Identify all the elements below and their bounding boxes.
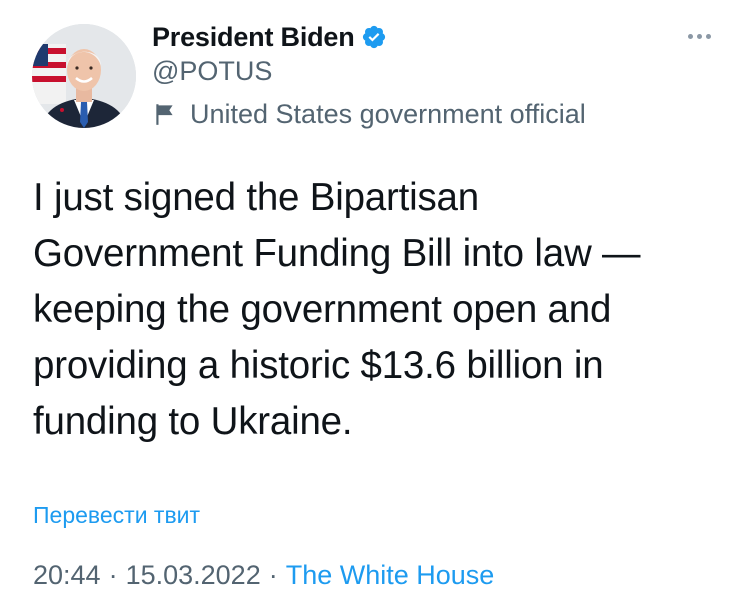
government-label[interactable]: United States government official — [152, 98, 586, 130]
author-display-name[interactable]: President Biden — [152, 22, 355, 53]
author-name-row[interactable]: President Biden — [152, 20, 387, 54]
tweet-date[interactable]: 15.03.2022 — [126, 560, 261, 591]
avatar-image — [32, 24, 136, 128]
translate-tweet-link[interactable]: Перевести твит — [33, 502, 200, 529]
government-label-text: United States government official — [190, 98, 586, 129]
meta-separator: · — [268, 560, 278, 590]
meta-separator: · — [108, 560, 118, 590]
more-dot-icon — [687, 33, 693, 39]
avatar[interactable] — [32, 24, 136, 128]
tweet-text: I just signed the Bipartisan Government … — [33, 176, 641, 443]
more-dot-icon — [696, 33, 702, 39]
tweet-time[interactable]: 20:44 — [33, 560, 101, 591]
tweet: President Biden @POTUS United States gov… — [0, 0, 750, 604]
tweet-meta: 20:44 · 15.03.2022 · The White House — [33, 560, 494, 591]
flag-icon — [152, 101, 178, 127]
more-dot-icon — [705, 33, 711, 39]
author-handle[interactable]: @POTUS — [152, 56, 272, 87]
more-options-button[interactable] — [682, 24, 716, 48]
verified-badge-icon — [361, 24, 387, 50]
tweet-source-link[interactable]: The White House — [286, 560, 495, 591]
